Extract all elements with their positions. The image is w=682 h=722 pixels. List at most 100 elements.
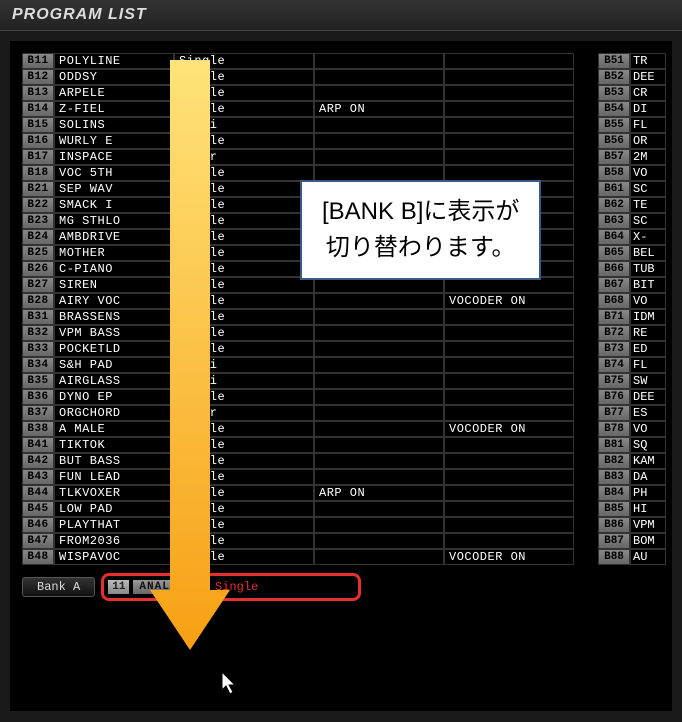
program-row[interactable]: B42BUT BASSSingle bbox=[22, 453, 592, 469]
program-row[interactable]: B85HI bbox=[598, 501, 668, 517]
program-row[interactable]: B58VO bbox=[598, 165, 668, 181]
name-cell: OR bbox=[630, 133, 666, 149]
program-row[interactable]: B83DA bbox=[598, 469, 668, 485]
program-row[interactable]: B34S&H PADMulti bbox=[22, 357, 592, 373]
program-row[interactable]: B54DI bbox=[598, 101, 668, 117]
slot-cell: B36 bbox=[22, 389, 54, 405]
name-cell: PLAYTHAT bbox=[54, 517, 174, 533]
type-cell: Single bbox=[174, 421, 314, 437]
program-row[interactable]: B31BRASSENSSingle bbox=[22, 309, 592, 325]
program-row[interactable]: B62TE bbox=[598, 197, 668, 213]
program-row[interactable]: B76DEE bbox=[598, 389, 668, 405]
name-cell: DYNO EP bbox=[54, 389, 174, 405]
type-cell: Single bbox=[174, 453, 314, 469]
slot-cell: B61 bbox=[598, 181, 630, 197]
program-row[interactable]: B74FL bbox=[598, 357, 668, 373]
name-cell: AMBDRIVE bbox=[54, 229, 174, 245]
program-row[interactable]: B32VPM BASSSingle bbox=[22, 325, 592, 341]
extra-cell: ARP ON bbox=[314, 485, 444, 501]
program-row[interactable]: B38A MALESingleVOCODER ON bbox=[22, 421, 592, 437]
bank-button[interactable]: Bank A bbox=[22, 577, 95, 597]
program-row[interactable]: B572M bbox=[598, 149, 668, 165]
program-row[interactable]: B45LOW PADSingle bbox=[22, 501, 592, 517]
program-row[interactable]: B87BOM bbox=[598, 533, 668, 549]
name-cell: DI bbox=[630, 101, 666, 117]
type-cell: Single bbox=[174, 133, 314, 149]
extra2-cell bbox=[444, 533, 574, 549]
program-row[interactable]: B66TUB bbox=[598, 261, 668, 277]
program-row[interactable]: B77ES bbox=[598, 405, 668, 421]
slot-cell: B24 bbox=[22, 229, 54, 245]
program-row[interactable]: B71IDM bbox=[598, 309, 668, 325]
slot-cell: B11 bbox=[22, 53, 54, 69]
name-cell: FROM2036 bbox=[54, 533, 174, 549]
slot-cell: B62 bbox=[598, 197, 630, 213]
type-cell: Single bbox=[174, 501, 314, 517]
slot-cell: B76 bbox=[598, 389, 630, 405]
type-cell: Single bbox=[174, 85, 314, 101]
slot-cell: B74 bbox=[598, 357, 630, 373]
program-row[interactable]: B12ODDSYSingle bbox=[22, 69, 592, 85]
program-row[interactable]: B41TIKTOKSingle bbox=[22, 437, 592, 453]
program-row[interactable]: B28AIRY VOCSingleVOCODER ON bbox=[22, 293, 592, 309]
program-row[interactable]: B84PH bbox=[598, 485, 668, 501]
extra-cell bbox=[314, 133, 444, 149]
name-cell: MOTHER bbox=[54, 245, 174, 261]
type-cell: Single bbox=[174, 245, 314, 261]
type-cell: Multi bbox=[174, 357, 314, 373]
program-row[interactable]: B56OR bbox=[598, 133, 668, 149]
program-row[interactable]: B44TLKVOXERSingleARP ON bbox=[22, 485, 592, 501]
program-row[interactable]: B78VO bbox=[598, 421, 668, 437]
slot-cell: B33 bbox=[22, 341, 54, 357]
program-row[interactable]: B35AIRGLASSMulti bbox=[22, 373, 592, 389]
program-row[interactable]: B51TR bbox=[598, 53, 668, 69]
program-row[interactable]: B46PLAYTHATSingle bbox=[22, 517, 592, 533]
program-row[interactable]: B63SC bbox=[598, 213, 668, 229]
program-row[interactable]: B88AU bbox=[598, 549, 668, 565]
program-row[interactable]: B16WURLY ESingle bbox=[22, 133, 592, 149]
type-cell: Single bbox=[174, 293, 314, 309]
program-row[interactable]: B13ARPELESingle bbox=[22, 85, 592, 101]
program-row[interactable]: B53CR bbox=[598, 85, 668, 101]
program-list-main: B11POLYLINESingleB12ODDSYSingleB13ARPELE… bbox=[22, 53, 592, 565]
program-row[interactable]: B48WISPAVOCSingleVOCODER ON bbox=[22, 549, 592, 565]
program-row[interactable]: B55FL bbox=[598, 117, 668, 133]
program-row[interactable]: B82KAM bbox=[598, 453, 668, 469]
program-row[interactable]: B65BEL bbox=[598, 245, 668, 261]
name-cell: ORGCHORD bbox=[54, 405, 174, 421]
extra2-cell bbox=[444, 405, 574, 421]
program-row[interactable]: B11POLYLINESingle bbox=[22, 53, 592, 69]
slot-cell: B23 bbox=[22, 213, 54, 229]
name-cell: A MALE bbox=[54, 421, 174, 437]
extra-cell: ARP ON bbox=[314, 101, 444, 117]
program-row[interactable]: B14Z-FIELSingleARP ON bbox=[22, 101, 592, 117]
name-cell: BRASSENS bbox=[54, 309, 174, 325]
program-row[interactable]: B72RE bbox=[598, 325, 668, 341]
slot-cell: B43 bbox=[22, 469, 54, 485]
name-cell: VOC 5TH bbox=[54, 165, 174, 181]
slot-cell: B21 bbox=[22, 181, 54, 197]
program-row[interactable]: B36DYNO EPSingle bbox=[22, 389, 592, 405]
program-row[interactable]: B64X- bbox=[598, 229, 668, 245]
selected-slot[interactable]: 11 bbox=[108, 580, 129, 594]
program-row[interactable]: B43FUN LEADSingle bbox=[22, 469, 592, 485]
program-row[interactable]: B81SQ bbox=[598, 437, 668, 453]
program-row[interactable]: B15SOLINSMulti bbox=[22, 117, 592, 133]
program-row[interactable]: B73ED bbox=[598, 341, 668, 357]
slot-cell: B37 bbox=[22, 405, 54, 421]
program-row[interactable]: B61SC bbox=[598, 181, 668, 197]
extra2-cell bbox=[444, 69, 574, 85]
slot-cell: B28 bbox=[22, 293, 54, 309]
program-row[interactable]: B37ORGCHORDLayer bbox=[22, 405, 592, 421]
program-row[interactable]: B47FROM2036Single bbox=[22, 533, 592, 549]
program-row[interactable]: B86VPM bbox=[598, 517, 668, 533]
program-row[interactable]: B68VO bbox=[598, 293, 668, 309]
program-row[interactable]: B75SW bbox=[598, 373, 668, 389]
program-row[interactable]: B67BIT bbox=[598, 277, 668, 293]
extra2-cell bbox=[444, 85, 574, 101]
selected-name[interactable]: ANALOG bbox=[133, 580, 191, 594]
program-row[interactable]: B18VOC 5THSingle bbox=[22, 165, 592, 181]
program-row[interactable]: B52DEE bbox=[598, 69, 668, 85]
program-row[interactable]: B17INSPACELayer bbox=[22, 149, 592, 165]
program-row[interactable]: B33POCKETLDSingle bbox=[22, 341, 592, 357]
